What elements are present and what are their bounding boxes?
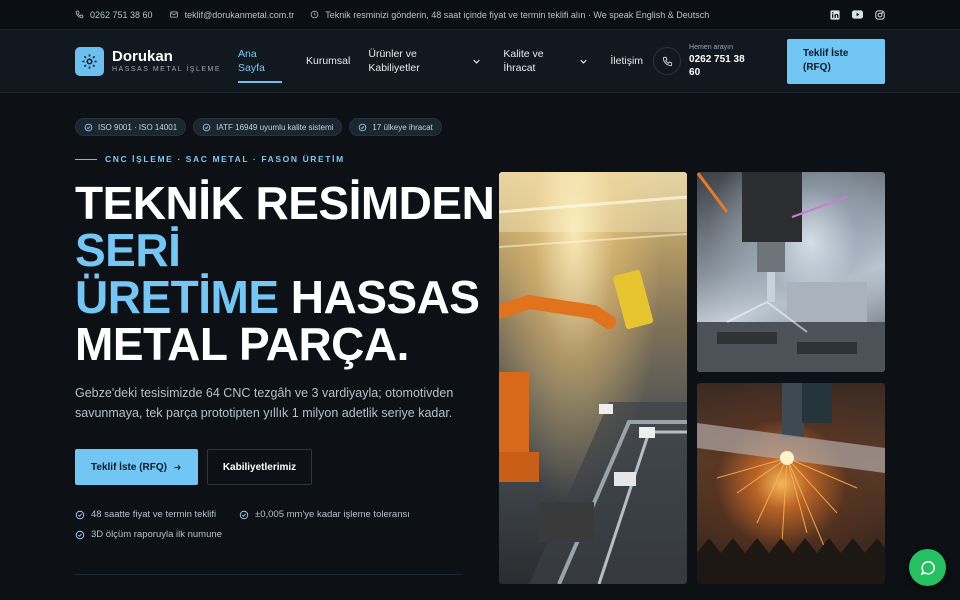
hero-eyebrow: CNC İŞLEME · SAC METAL · FASON ÜRETİM: [75, 154, 345, 164]
call-number: 0262 751 38 60: [689, 54, 745, 78]
check-circle-icon: [84, 123, 93, 131]
cnc-machine-photo: [697, 172, 885, 372]
badge-label: ISO 9001 · ISO 14001: [98, 122, 178, 132]
nav-item-quality[interactable]: Kalite ve İhracat: [503, 47, 588, 75]
nav-item-label: Kurumsal: [306, 55, 351, 67]
linkedin-icon[interactable]: [830, 9, 840, 20]
capabilities-button[interactable]: Kabiliyetlerimiz: [207, 449, 312, 485]
mail-icon: [169, 11, 178, 18]
topbar-email[interactable]: teklif@dorukanmetal.com.tr: [169, 9, 295, 20]
nav-item-corporate[interactable]: Kurumsal: [306, 54, 350, 68]
laser-cutting-illustration: [697, 383, 885, 584]
feature-check: 3D ölçüm raporuyla ilk numune: [75, 529, 222, 540]
nav-item-label: İletişim: [610, 55, 644, 67]
badge-iatf: IATF 16949 uyumlu kalite sistemi: [193, 118, 343, 136]
clock-icon: [311, 10, 319, 19]
arrow-right-icon: [174, 464, 181, 470]
nav-item-label: Ana Sayfa: [238, 48, 265, 74]
topbar-email-text: teklif@dorukanmetal.com.tr: [184, 9, 295, 20]
hero-headline: TEKNİK RESİMDEN SERİ ÜRETİME HASSAS METAL…: [75, 180, 495, 368]
main-nav: Ana Sayfa Kurumsal Ürünler ve Kabiliyetl…: [238, 30, 643, 92]
certification-badges: ISO 9001 · ISO 14001 IATF 16949 uyumlu k…: [75, 118, 442, 136]
headline-highlight2: ÜRETİME: [75, 271, 279, 323]
eyebrow-line: [75, 158, 97, 160]
hero-divider: [75, 574, 461, 575]
feature-check-label: ±0,005 mm'ye kadar işleme toleransı: [255, 509, 410, 520]
phone-icon: [653, 47, 682, 75]
cnc-machine-illustration: [697, 172, 885, 372]
gear-logo-icon: [75, 46, 104, 76]
check-circle-icon: [75, 510, 85, 519]
nav-item-contact[interactable]: İletişim: [610, 54, 643, 68]
chevron-down-icon: [473, 59, 481, 64]
check-circle-icon: [75, 530, 85, 539]
feature-check-label: 3D ölçüm raporuyla ilk numune: [91, 529, 222, 540]
social-links: [830, 9, 885, 20]
call-block[interactable]: Hemen arayın 0262 751 38 60: [653, 43, 749, 79]
chat-bubble-icon: [920, 560, 935, 575]
topbar-phone-text: 0262 751 38 60: [90, 9, 153, 20]
cta-label: Teklif İste (RFQ): [91, 461, 167, 473]
call-label: Hemen arayın: [689, 44, 733, 51]
whatsapp-chat-button[interactable]: [909, 549, 946, 586]
badge-iso: ISO 9001 · ISO 14001: [75, 118, 187, 136]
chevron-down-icon: [580, 59, 588, 64]
headline-highlight1: SERİ: [75, 224, 181, 276]
badge-export: 17 ülkeye ihracat: [349, 118, 442, 136]
main-header: Dorukan HASSAS METAL İŞLEME Ana Sayfa Ku…: [0, 30, 960, 93]
brand-tagline: HASSAS METAL İŞLEME: [112, 65, 222, 73]
badge-label: 17 ülkeye ihracat: [372, 122, 433, 132]
nav-item-products[interactable]: Ürünler ve Kabiliyetler: [368, 47, 481, 75]
rfq-cta-button[interactable]: Teklif İste (RFQ): [75, 449, 198, 485]
hero-description: Gebze'deki tesisimizde 64 CNC tezgâh ve …: [75, 386, 454, 420]
headline-part1: TEKNİK RESİMDEN: [75, 177, 495, 229]
topbar-phone[interactable]: 0262 751 38 60: [75, 10, 153, 20]
logo[interactable]: Dorukan HASSAS METAL İŞLEME: [75, 46, 225, 76]
feature-check: ±0,005 mm'ye kadar işleme toleransı: [239, 509, 410, 520]
badge-label: IATF 16949 uyumlu kalite sistemi: [216, 122, 334, 132]
topbar-notice-text: Teknik resminizi gönderin, 48 saat içind…: [325, 9, 710, 20]
nav-item-home[interactable]: Ana Sayfa: [238, 47, 282, 83]
top-bar: 0262 751 38 60 teklif@dorukanmetal.com.t…: [0, 0, 960, 30]
check-circle-icon: [202, 123, 211, 131]
factory-robot-illustration: [499, 172, 687, 584]
laser-cutting-photo: [697, 383, 885, 584]
nav-item-label: Ürünler ve Kabiliyetler: [368, 48, 420, 74]
feature-check-label: 48 saatte fiyat ve termin teklifi: [91, 509, 217, 520]
check-circle-icon: [239, 510, 249, 519]
eyebrow-text: CNC İŞLEME · SAC METAL · FASON ÜRETİM: [105, 154, 345, 164]
feature-check: 48 saatte fiyat ve termin teklifi: [75, 509, 216, 520]
phone-icon: [75, 10, 84, 19]
nav-item-label: Kalite ve İhracat: [503, 48, 544, 74]
instagram-icon[interactable]: [875, 9, 885, 20]
factory-robot-photo: [499, 172, 687, 584]
rfq-button[interactable]: Teklif İste (RFQ): [787, 38, 885, 84]
topbar-notice: Teknik resminizi gönderin, 48 saat içind…: [310, 10, 709, 20]
youtube-icon[interactable]: [852, 10, 863, 19]
check-circle-icon: [359, 123, 367, 131]
brand-name: Dorukan: [112, 47, 173, 65]
